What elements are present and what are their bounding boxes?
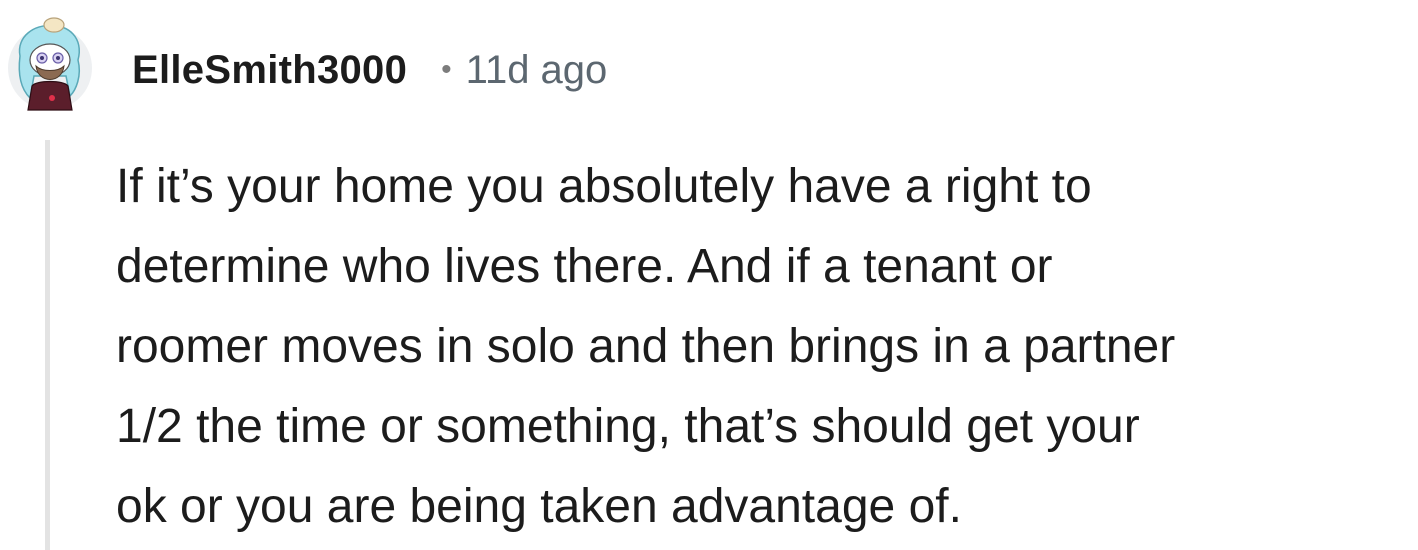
comment: ElleSmith3000 • 11d ago If it’s your hom…	[0, 0, 1418, 550]
thread-collapse-line[interactable]	[45, 140, 50, 550]
author-username[interactable]: ElleSmith3000	[132, 48, 407, 93]
comment-body-line: determine who lives there. And if a tena…	[116, 240, 1053, 293]
comment-body-line: roomer moves in solo and then brings in …	[116, 320, 1176, 373]
comment-body-line: If it’s your home you absolutely have a …	[116, 160, 1092, 213]
snoo-avatar-icon[interactable]	[6, 16, 94, 112]
comment-body: If it’s your home you absolutely have a …	[116, 147, 1406, 547]
comment-body-line: ok or you are being taken advantage of.	[116, 480, 962, 533]
avatar-image	[8, 17, 92, 111]
comment-timestamp[interactable]: 11d ago	[466, 48, 608, 93]
comment-body-line: 1/2 the time or something, that’s should…	[116, 400, 1140, 453]
meta-separator: •	[441, 53, 452, 86]
comment-header: ElleSmith3000 • 11d ago	[132, 40, 607, 100]
